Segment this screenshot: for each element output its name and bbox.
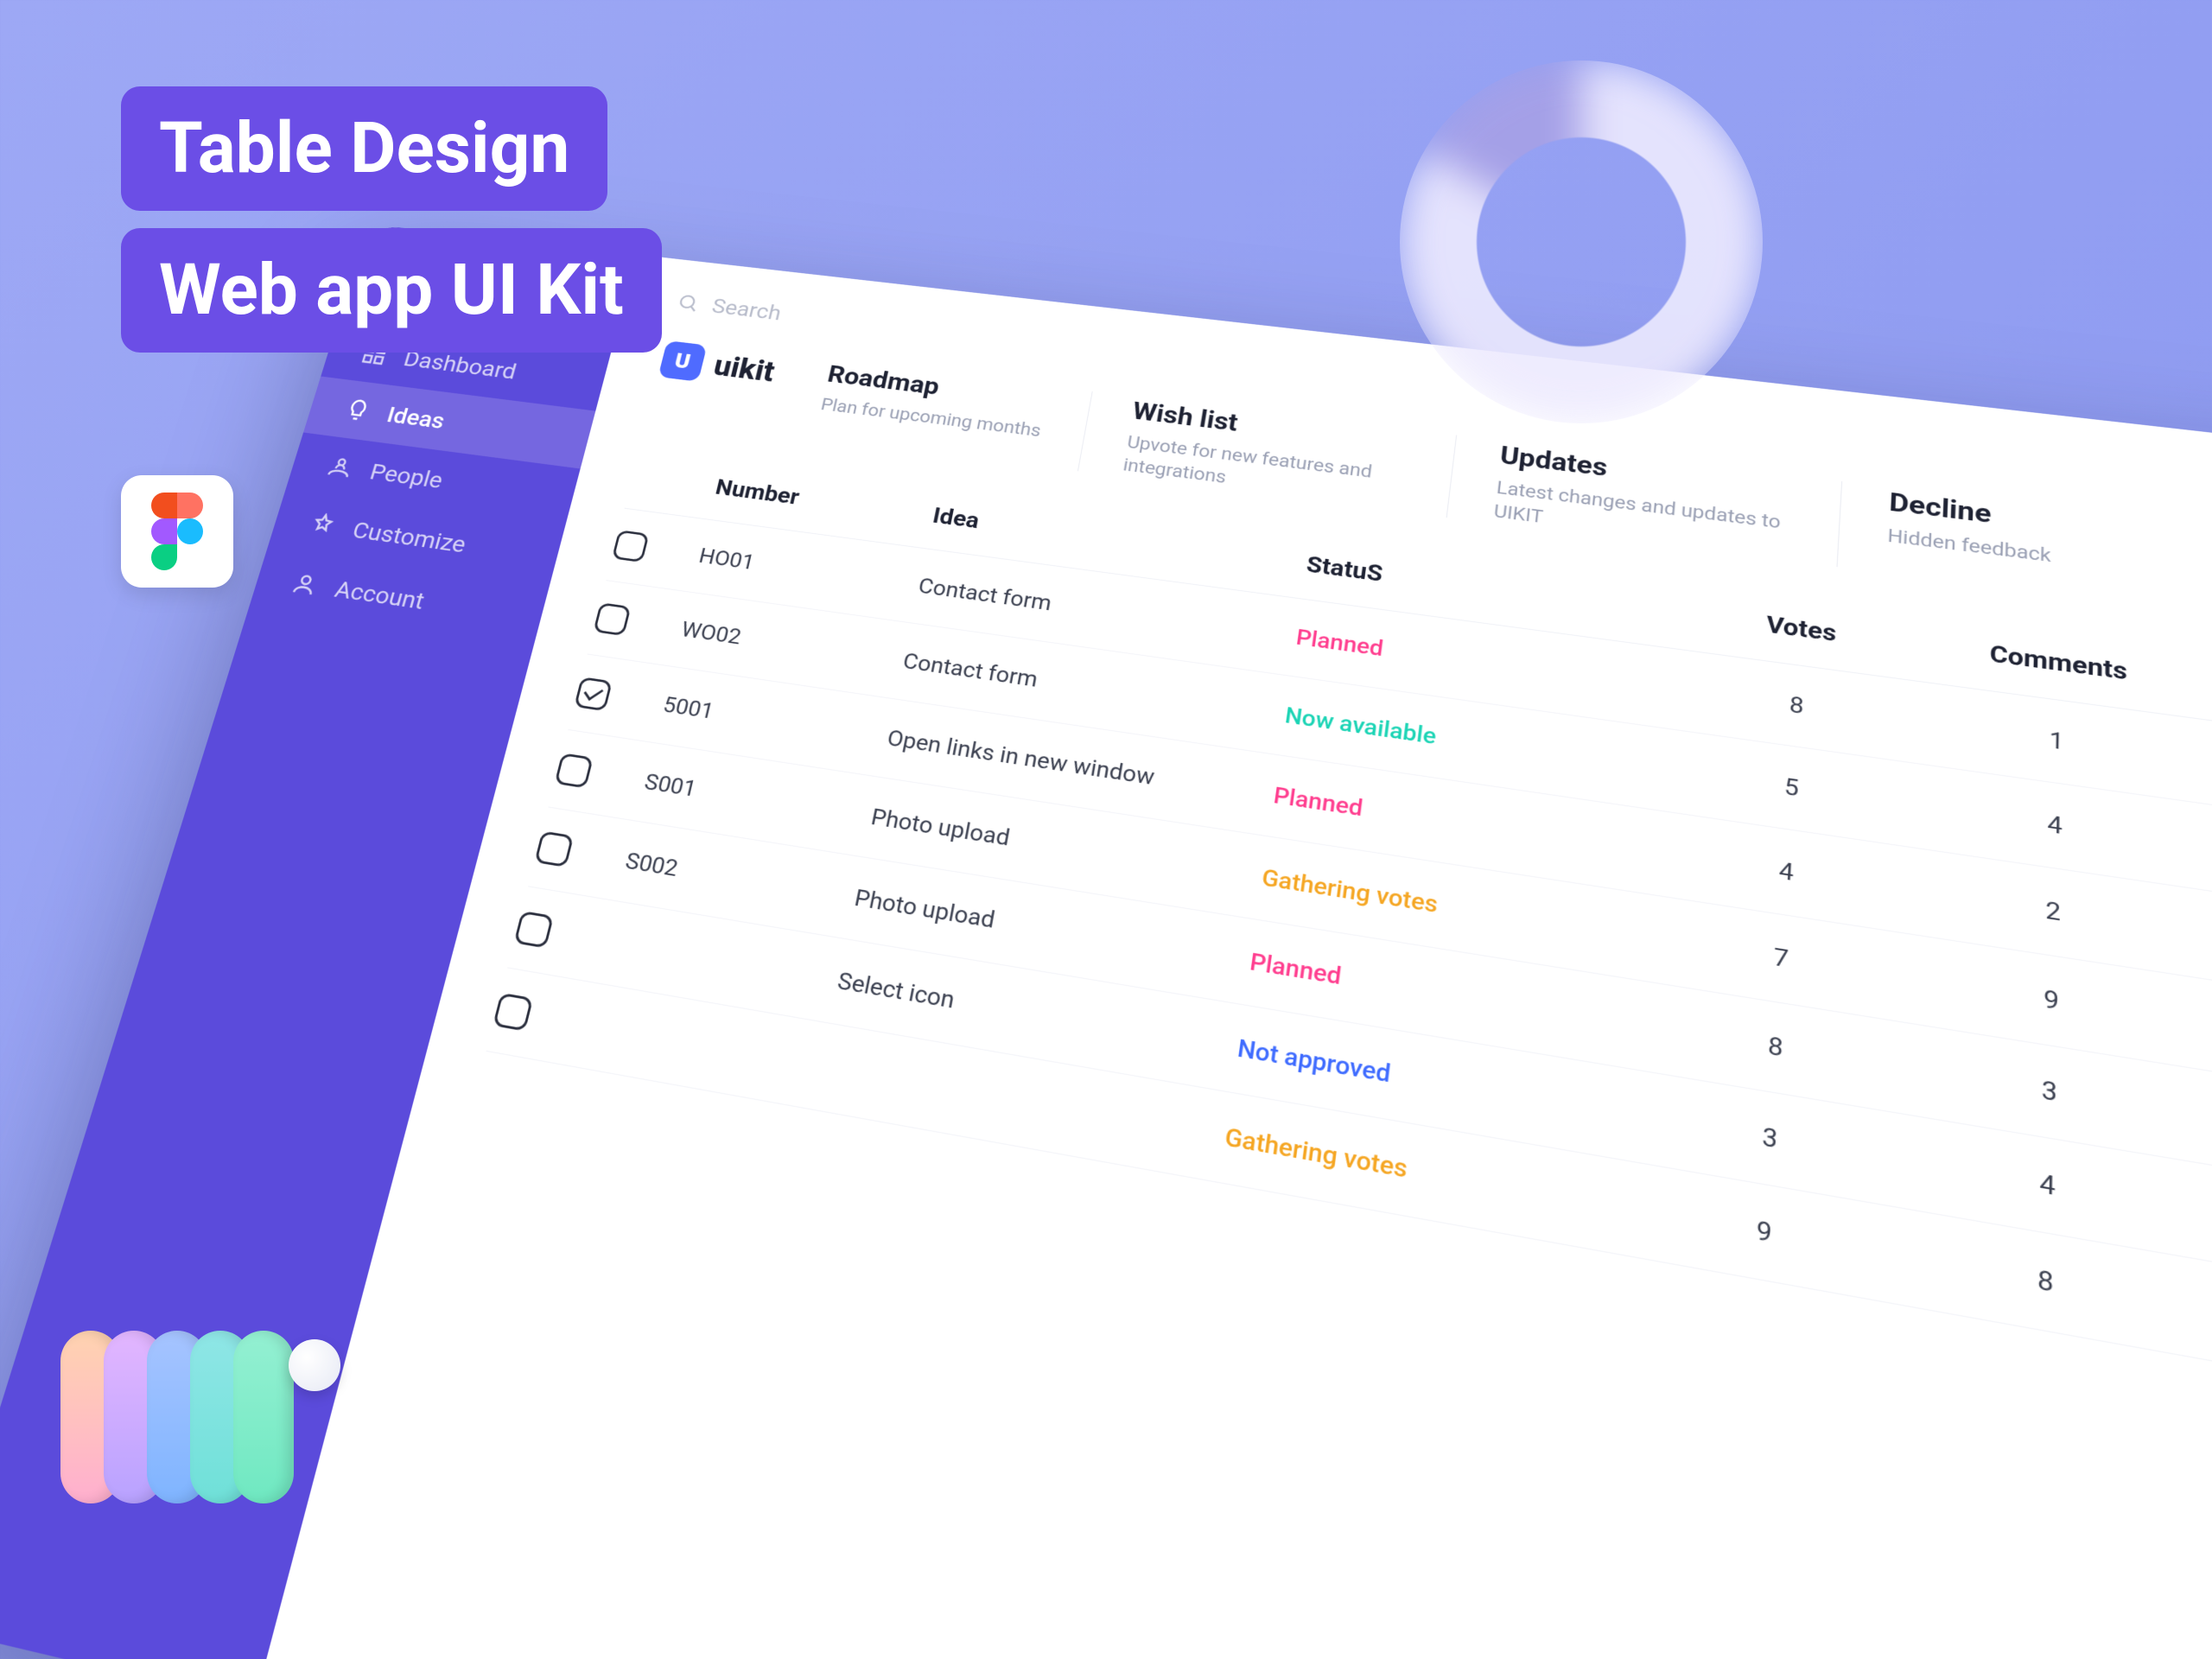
customize-icon [304, 509, 341, 541]
cell-votes: 8 [1650, 1013, 1902, 1083]
row-checkbox[interactable] [612, 530, 650, 563]
people-icon [322, 452, 359, 483]
cell-comments: 9 [1923, 966, 2180, 1035]
cell-number: 5001 [661, 692, 874, 748]
cell-number [587, 1025, 804, 1063]
row-checkbox[interactable] [593, 602, 631, 636]
cell-votes: 5 [1671, 757, 1913, 818]
sidebar-item-label: Account [332, 575, 428, 615]
search-placeholder: Search [709, 294, 784, 325]
row-checkbox[interactable] [514, 911, 555, 949]
cell-comments: 4 [1930, 794, 2180, 857]
figma-logo-icon [151, 493, 203, 570]
row-checkbox[interactable] [555, 753, 594, 788]
cell-number: WO02 [679, 617, 890, 671]
cell-votes: 8 [1678, 677, 1916, 735]
col-comments[interactable]: Comments [1937, 633, 2181, 693]
hero-banners: Table Design Web app UI Kit [121, 86, 662, 370]
col-number[interactable]: Number [713, 474, 919, 525]
cell-comments: 8 [1913, 1243, 2180, 1321]
search-input[interactable]: Search [674, 290, 784, 326]
cell-comments: 1 [1934, 711, 2180, 772]
cell-comments: 4 [1916, 1147, 2180, 1223]
hero-line-2: Web app UI Kit [121, 228, 662, 353]
spring-decoration [78, 1331, 340, 1503]
sidebar-item-label: Ideas [384, 401, 448, 434]
cell-number: S002 [623, 848, 842, 908]
row-checkbox[interactable] [493, 993, 533, 1032]
cell-number [607, 942, 821, 978]
hero-line-1: Table Design [121, 86, 607, 211]
sidebar-item-label: Customize [349, 516, 468, 558]
cell-votes: 9 [1636, 1194, 1893, 1270]
col-votes[interactable]: Votes [1684, 601, 1920, 658]
cell-comments: 3 [1920, 1056, 2180, 1128]
figma-logo-tile [121, 475, 233, 588]
content-logo-label: uikit [710, 349, 778, 388]
account-icon [286, 568, 324, 601]
uikit-logo-icon: U [658, 340, 707, 382]
sidebar-item-label: People [367, 458, 446, 493]
cell-number: S001 [642, 769, 858, 828]
row-checkbox[interactable] [574, 677, 613, 711]
search-icon [675, 291, 702, 314]
cell-votes: 7 [1658, 925, 1906, 992]
cell-votes: 3 [1643, 1102, 1897, 1174]
cell-comments: 2 [1927, 879, 2180, 945]
ideas-icon [340, 395, 377, 425]
cell-votes: 4 [1665, 840, 1910, 904]
cell-number: HO01 [696, 543, 906, 595]
donut-chart-decoration [1400, 60, 1763, 423]
row-checkbox[interactable] [534, 830, 574, 867]
content-logo[interactable]: U uikit [658, 340, 778, 391]
